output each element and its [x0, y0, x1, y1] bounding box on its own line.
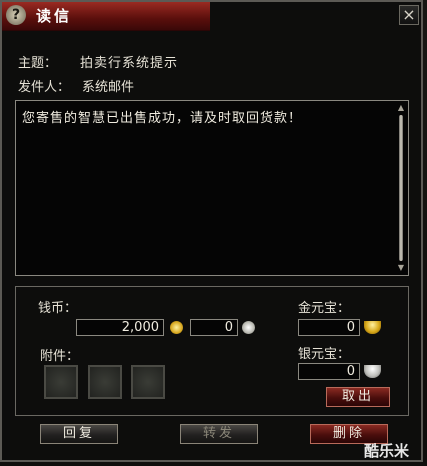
message-body-box[interactable]: 您寄售的智慧已出售成功，请及时取回货款！ ▲ ▼ — [15, 100, 409, 276]
message-scrollbar[interactable]: ▲ ▼ — [396, 103, 406, 273]
gold-ingot-label: 金元宝： — [298, 301, 351, 316]
take-out-button[interactable]: 取出 — [326, 387, 390, 407]
attachments-label: 附件： — [40, 349, 80, 364]
money-attachment-panel: 钱币： 2,000 0 附件： 金元宝： 0 银元宝： 0 取出 — [15, 286, 409, 416]
gold-ingot-icon — [364, 321, 381, 334]
reply-button[interactable]: 回复 — [40, 424, 118, 444]
gold-coin-field[interactable]: 2,000 — [76, 319, 164, 336]
attachment-slot-3[interactable] — [131, 365, 165, 399]
subject-label: 主题： — [18, 56, 58, 71]
attachment-slot-1[interactable] — [44, 365, 78, 399]
watermark-text: 酷乐米 — [364, 442, 410, 460]
message-body-text: 您寄售的智慧已出售成功，请及时取回货款！ — [22, 111, 303, 126]
attachment-slot-2[interactable] — [88, 365, 122, 399]
close-icon[interactable]: × — [399, 5, 419, 25]
silver-coin-icon — [242, 321, 255, 334]
silver-ingot-field[interactable]: 0 — [298, 363, 360, 380]
read-mail-window: ? 读信 × 主题： 拍卖行系统提示 发件人： 系统邮件 您寄售的智慧已出售成功… — [0, 0, 423, 462]
gold-coin-icon — [170, 321, 183, 334]
scroll-up-arrow-icon[interactable]: ▲ — [396, 103, 406, 113]
silver-ingot-icon — [364, 365, 381, 378]
scroll-track[interactable] — [399, 115, 403, 261]
sender-label: 发件人： — [18, 80, 71, 95]
help-icon[interactable]: ? — [6, 5, 26, 25]
silver-ingot-label: 银元宝： — [298, 347, 351, 362]
money-label: 钱币： — [38, 301, 78, 316]
forward-button[interactable]: 转发 — [180, 424, 258, 444]
scroll-down-arrow-icon[interactable]: ▼ — [396, 263, 406, 273]
sender-value: 系统邮件 — [82, 80, 135, 95]
gold-ingot-field[interactable]: 0 — [298, 319, 360, 336]
subject-value: 拍卖行系统提示 — [80, 56, 179, 71]
window-title: 读信 — [36, 7, 73, 25]
silver-coin-field[interactable]: 0 — [190, 319, 238, 336]
title-bar[interactable]: ? 读信 — [2, 2, 210, 31]
